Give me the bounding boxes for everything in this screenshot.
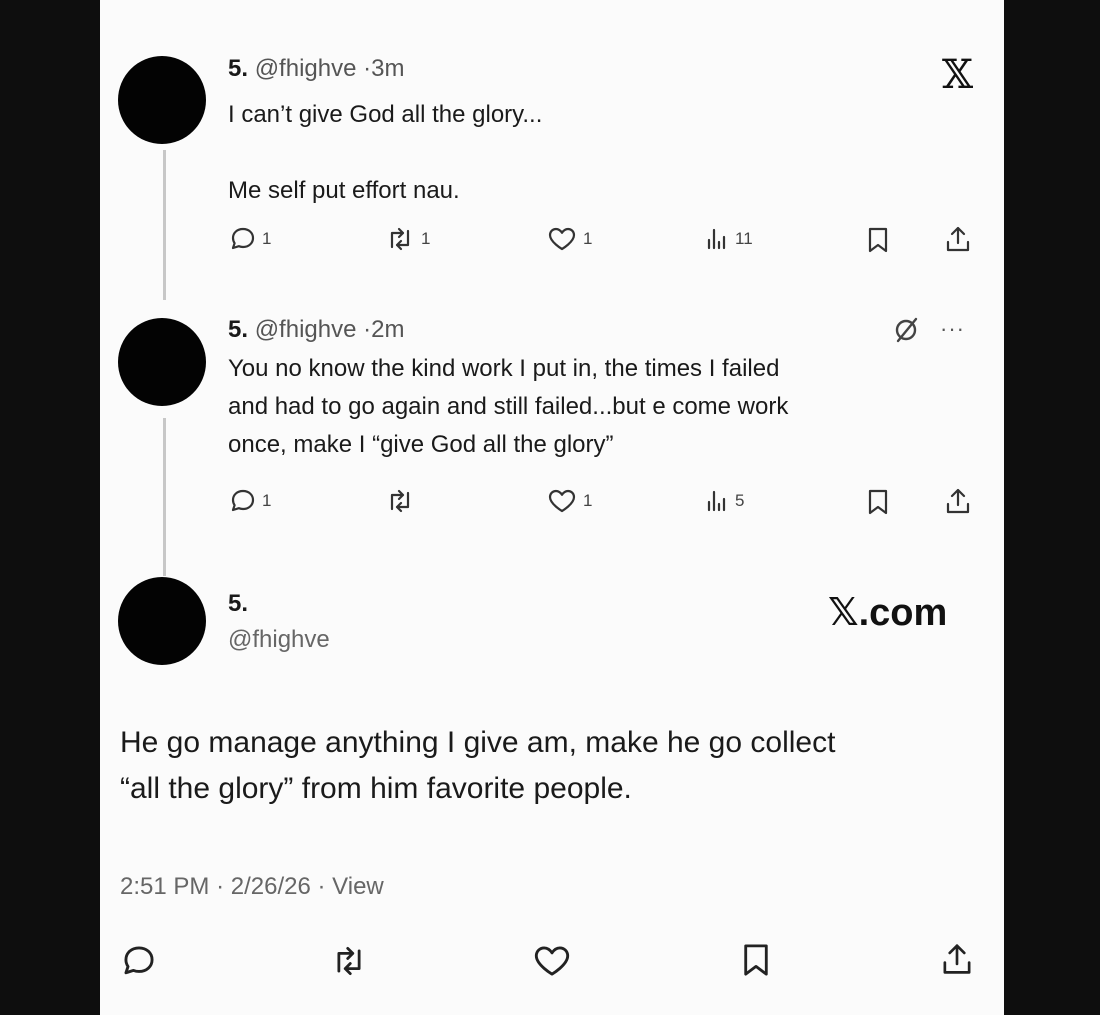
views-count: 11 [735,229,753,248]
like-button[interactable]: 1 [547,226,592,252]
views-icon [705,226,729,252]
user-handle[interactable]: @fhighve [255,316,357,343]
tweet-time[interactable]: 3m [371,55,404,82]
reply-icon [230,488,256,514]
user-handle[interactable]: @fhighve [255,55,357,82]
repost-icon [385,226,415,252]
like-count: 1 [583,491,593,510]
avatar[interactable] [118,56,206,144]
avatar[interactable] [118,318,206,406]
bookmark-icon [740,942,772,978]
tweet-line: I can’t give God all the glory... [228,101,543,128]
tweet-line: and had to go again and still failed...b… [228,393,789,420]
x-com-label: 𝕏.com [828,592,948,634]
separator: · [317,873,326,900]
like-count: 1 [583,229,593,248]
bookmark-button[interactable] [866,226,890,254]
x-logo-icon[interactable]: 𝕏 [942,52,973,98]
separator: · [363,55,372,82]
tweet-line: Me self put effort nau. [228,177,460,204]
user-name[interactable]: 5. [228,55,248,82]
tweet-meta: 5. @fhighve ·3m [228,55,404,83]
like-icon [532,944,572,978]
reply-button[interactable] [122,944,156,978]
tweet-text: You no know the kind work I put in, the … [228,350,788,464]
share-button[interactable] [940,940,974,978]
thread-line [163,418,166,576]
post-time[interactable]: 2:51 PM [120,873,209,900]
main-post-line: “all the glory” from him favorite people… [120,772,632,805]
reply-count: 1 [262,229,272,248]
separator: · [216,873,225,900]
user-name[interactable]: 5. [228,590,248,618]
grok-icon[interactable] [892,315,920,350]
avatar[interactable] [118,577,206,665]
user-name[interactable]: 5. [228,316,248,343]
views-button[interactable]: 5 [705,488,744,514]
repost-icon [330,944,368,978]
reply-icon [230,226,256,252]
views-button[interactable]: 11 [705,226,753,252]
tweet-line: once, make I “give God all the glory” [228,431,614,458]
share-button[interactable] [944,486,972,516]
post-date[interactable]: 2/26/26 [231,873,311,900]
bookmark-button[interactable] [866,488,890,516]
user-handle[interactable]: @fhighve [228,626,330,654]
thread-line [163,150,166,300]
repost-button[interactable] [385,488,421,514]
views-icon [705,488,729,514]
main-post-line: He go manage anything I give am, make he… [120,726,836,759]
reply-button[interactable]: 1 [230,488,271,514]
bookmark-icon [866,488,890,516]
view-link[interactable]: View [332,873,384,900]
tweet-text: I can’t give God all the glory... Me sel… [228,96,542,210]
post-timestamp: 2:51 PM · 2/26/26 · View [120,873,384,901]
reply-button[interactable]: 1 [230,226,271,252]
bookmark-icon [866,226,890,254]
share-icon [944,224,972,254]
bookmark-button[interactable] [740,942,772,978]
tweet-line: You no know the kind work I put in, the … [228,355,780,382]
views-count: 5 [735,491,745,510]
repost-icon [385,488,415,514]
like-icon [547,226,577,252]
more-icon[interactable]: ··· [940,316,965,342]
reply-count: 1 [262,491,272,510]
main-post-text: He go manage anything I give am, make he… [120,720,835,812]
share-icon [944,486,972,516]
reply-icon [122,944,156,978]
tweet-meta: 5. @fhighve ·2m [228,316,404,344]
like-button[interactable] [532,944,572,978]
like-button[interactable]: 1 [547,488,592,514]
repost-button[interactable]: 1 [385,226,430,252]
like-icon [547,488,577,514]
post-card: 5. @fhighve ·3m 𝕏 I can’t give God all t… [100,0,1004,1015]
share-icon [940,940,974,978]
separator: · [363,316,372,343]
repost-button[interactable] [330,944,368,978]
share-button[interactable] [944,224,972,254]
tweet-line [228,134,542,172]
tweet-time[interactable]: 2m [371,316,404,343]
repost-count: 1 [421,229,431,248]
